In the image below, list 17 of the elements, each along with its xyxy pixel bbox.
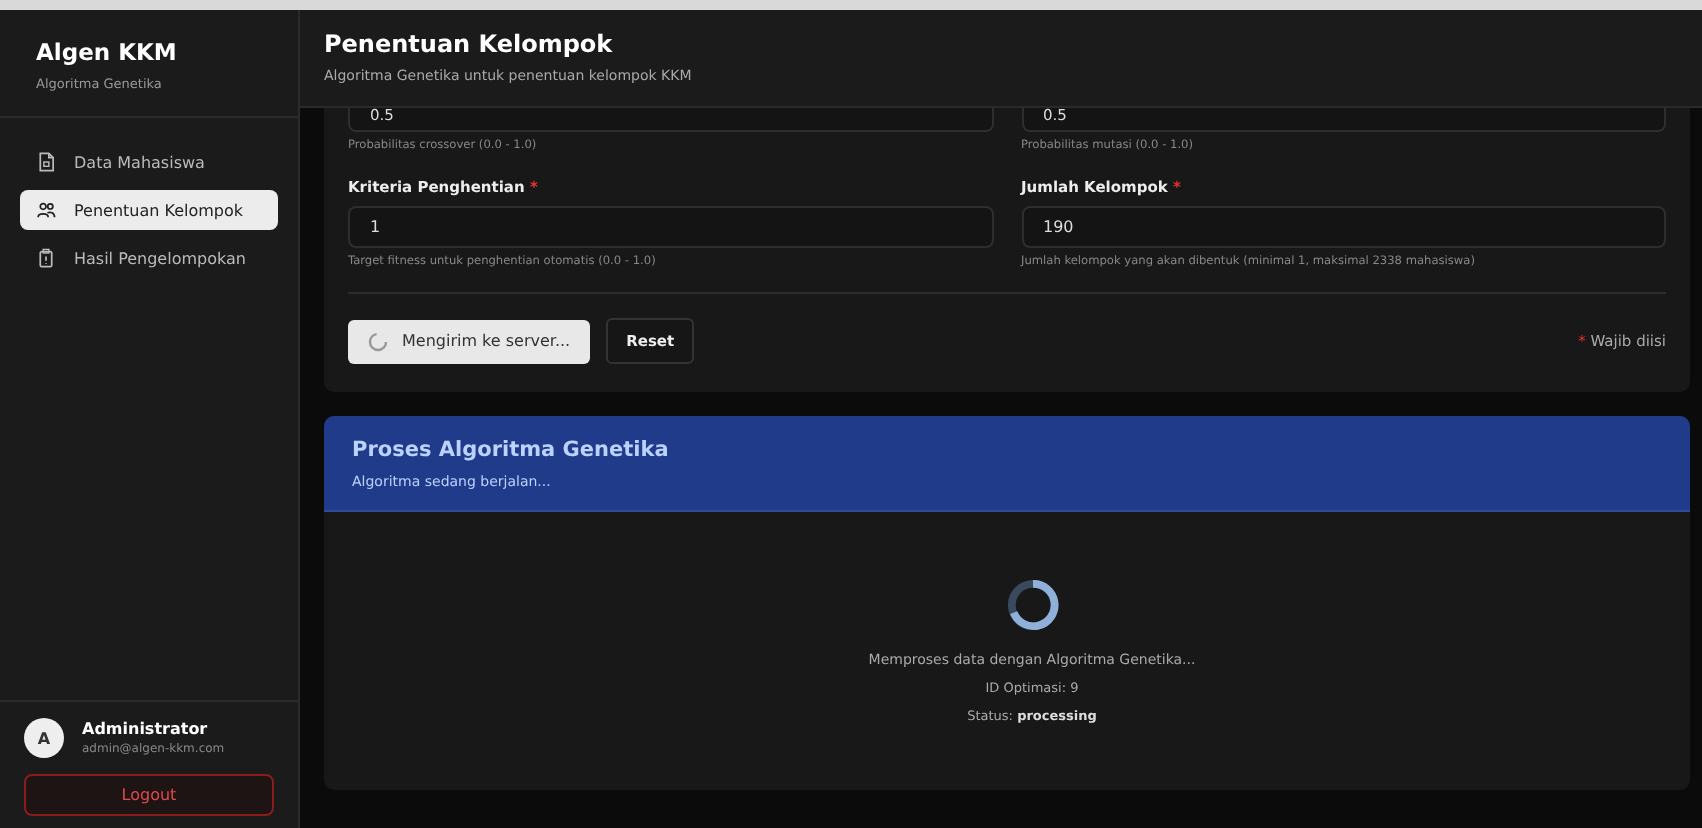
spinner-icon [1005,578,1059,632]
page-title: Penentuan Kelompok [324,30,615,58]
logout-button[interactable]: Logout [24,774,274,816]
sidebar-item[interactable]: Hasil Pengelompokan [20,238,278,278]
process-title: Proses Algoritma Genetika [352,438,671,462]
input-field[interactable]: 1 [348,206,993,248]
sidebar-item[interactable]: Penentuan Kelompok [20,190,278,230]
input-field[interactable]: 190 [1021,206,1666,248]
user-avatar: A [24,718,64,758]
users-icon [36,200,56,220]
sidebar-item[interactable]: Data Mahasiswa [20,142,278,182]
file-icon [36,152,56,172]
app-title: Algen KKM [36,38,179,66]
user-name: Administrator [82,720,210,738]
spinner-icon [368,331,388,351]
clipboard-icon [36,248,56,268]
submit-button[interactable]: Mengirim ke server... [348,319,591,363]
